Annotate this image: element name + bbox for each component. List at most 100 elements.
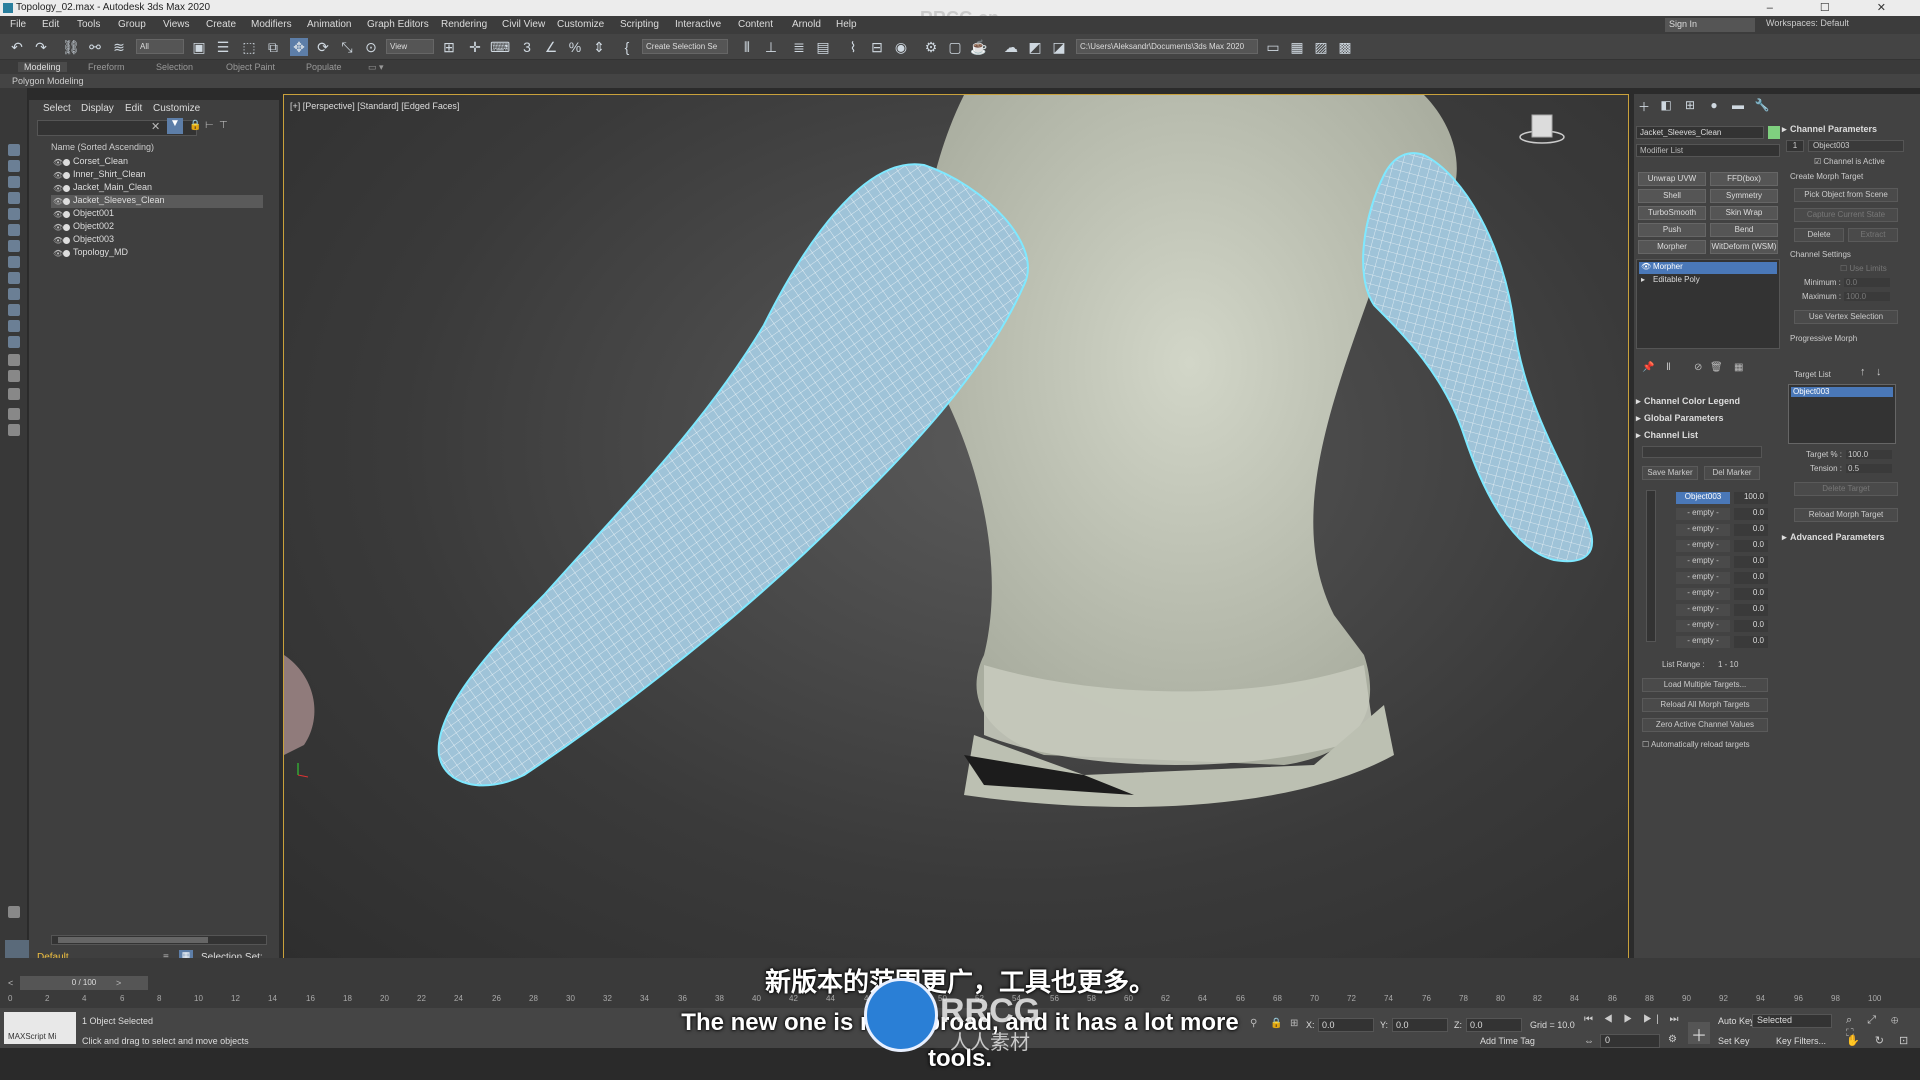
channel-name-field[interactable]: Object003 xyxy=(1808,140,1904,152)
hierarchy-icon[interactable]: ⊢ xyxy=(205,120,214,131)
workspace-dropdown[interactable]: Workspaces: Default xyxy=(1766,18,1916,32)
make-unique-icon[interactable]: ⊘ xyxy=(1694,362,1702,373)
se-menu-select[interactable]: Select xyxy=(43,103,71,114)
ribbon-tab-freeform[interactable]: Freeform xyxy=(88,62,125,72)
zero-active-channel-values-button[interactable]: Zero Active Channel Values xyxy=(1642,718,1768,732)
hierarchy-tab-icon[interactable]: ⊞ xyxy=(1682,98,1698,114)
modifier-list-dropdown[interactable]: Modifier List xyxy=(1636,144,1780,157)
channel-name[interactable]: - empty - xyxy=(1676,572,1730,584)
modify-tab-icon[interactable]: ◧ xyxy=(1658,98,1674,114)
morpher-button[interactable]: Morpher xyxy=(1638,240,1706,254)
list-item[interactable]: 👁 Jacket_Main_Clean xyxy=(51,182,263,195)
channel-row[interactable]: - empty - 0.0 xyxy=(1676,620,1776,632)
channel-name[interactable]: - empty - xyxy=(1676,540,1730,552)
edit-named-sel-icon[interactable]: { xyxy=(618,38,636,56)
scale-icon[interactable]: ⤡ xyxy=(338,38,356,56)
channel-name[interactable]: - empty - xyxy=(1676,636,1730,648)
snap-3d-icon[interactable]: 3 xyxy=(518,38,536,56)
render-icon[interactable] xyxy=(63,250,70,257)
channel-name[interactable]: Object003 xyxy=(1676,492,1730,504)
filter-icon[interactable]: ▼ xyxy=(167,118,183,134)
symmetry-button[interactable]: Symmetry xyxy=(1710,189,1778,203)
object-color-swatch[interactable] xyxy=(1768,126,1780,139)
channel-value[interactable]: 0.0 xyxy=(1734,588,1768,600)
find-icon[interactable] xyxy=(8,388,20,400)
expand-icon[interactable] xyxy=(8,906,20,918)
rendered-frame-icon[interactable]: ▢ xyxy=(946,38,964,56)
utilities-tab-icon[interactable]: 🔧 xyxy=(1754,98,1770,114)
ribbon-options-icon[interactable]: ▭ ▾ xyxy=(368,62,384,73)
toggle-ribbon-icon[interactable]: ▤ xyxy=(814,38,832,56)
configure-sets-icon[interactable]: ▦ xyxy=(1734,362,1743,373)
ribbon-tab-populate[interactable]: Populate xyxy=(306,62,342,72)
eye-icon[interactable]: 👁 xyxy=(1641,262,1651,271)
shell-button[interactable]: Shell xyxy=(1638,189,1706,203)
turbosmooth-button[interactable]: TurboSmooth xyxy=(1638,206,1706,220)
menu-group[interactable]: Group xyxy=(118,19,146,30)
keyboard-shortcut-icon[interactable]: ⌨ xyxy=(490,38,510,56)
wsm-deform-button[interactable]: WitDeform (WSM) xyxy=(1710,240,1778,254)
load-multiple-targets-button[interactable]: Load Multiple Targets... xyxy=(1642,678,1768,692)
mirror-icon[interactable]: ⫴ xyxy=(738,38,756,56)
channel-row[interactable]: - empty - 0.0 xyxy=(1676,556,1776,568)
create-tab-icon[interactable]: ＋ xyxy=(1636,98,1652,114)
target-list[interactable]: Object003 xyxy=(1788,384,1896,444)
filter-spacewarps-icon[interactable] xyxy=(8,224,20,236)
menu-rendering[interactable]: Rendering xyxy=(441,19,487,30)
channel-name[interactable]: - empty - xyxy=(1676,604,1730,616)
rollout-channel-color-legend[interactable]: Channel Color Legend xyxy=(1636,396,1776,410)
menu-scripting[interactable]: Scripting xyxy=(620,19,659,30)
redo-icon[interactable]: ↷ xyxy=(32,38,50,56)
list-item-selected[interactable]: 👁 Jacket_Sleeves_Clean xyxy=(51,195,263,208)
column-header-name[interactable]: Name (Sorted Ascending) xyxy=(37,142,275,155)
channel-index-field[interactable]: 1 xyxy=(1786,140,1804,152)
filter-cameras-icon[interactable] xyxy=(8,192,20,204)
maximum-spinner[interactable]: 100.0 xyxy=(1844,292,1890,301)
polygon-modeling-label[interactable]: Polygon Modeling xyxy=(12,76,84,86)
menu-create[interactable]: Create xyxy=(206,19,236,30)
undo-icon[interactable]: ↶ xyxy=(8,38,26,56)
reload-all-morph-targets-button[interactable]: Reload All Morph Targets xyxy=(1642,698,1768,712)
channel-name[interactable]: - empty - xyxy=(1676,588,1730,600)
sort-icon[interactable]: ⊤ xyxy=(219,120,228,131)
channel-value[interactable]: 0.0 xyxy=(1734,636,1768,648)
rollout-advanced-parameters[interactable]: Advanced Parameters xyxy=(1782,532,1920,546)
push-button[interactable]: Push xyxy=(1638,223,1706,237)
skin-wrap-button[interactable]: Skin Wrap xyxy=(1710,206,1778,220)
bend-button[interactable]: Bend xyxy=(1710,223,1778,237)
selection-filter-dropdown[interactable]: All xyxy=(136,39,184,54)
render-icon[interactable] xyxy=(63,198,70,205)
use-vertex-selection-button[interactable]: Use Vertex Selection xyxy=(1794,310,1898,324)
spinner-snap-icon[interactable]: ⇕ xyxy=(590,38,608,56)
se-menu-customize[interactable]: Customize xyxy=(153,103,200,114)
reload-morph-target-button[interactable]: Reload Morph Target xyxy=(1794,508,1898,522)
layer-explorer-icon[interactable]: ≣ xyxy=(790,38,808,56)
visibility-icon[interactable]: 👁 xyxy=(53,158,63,167)
move-icon[interactable]: ✥ xyxy=(290,38,308,56)
filter-all-icon[interactable] xyxy=(8,336,20,348)
channel-name[interactable]: - empty - xyxy=(1676,524,1730,536)
curve-editor-icon[interactable]: ⌇ xyxy=(844,38,862,56)
tension-spinner[interactable]: 0.5 xyxy=(1846,464,1892,473)
pin-stack-icon[interactable]: 📌 xyxy=(1642,362,1654,373)
filter-xrefs-icon[interactable] xyxy=(8,256,20,268)
channel-value[interactable]: 0.0 xyxy=(1734,556,1768,568)
visibility-icon[interactable]: 👁 xyxy=(53,223,63,232)
viewport-perspective[interactable]: [+] [Perspective] [Standard] [Edged Face… xyxy=(283,94,1629,968)
select-object-icon[interactable]: ▣ xyxy=(190,38,208,56)
expand-arrow-icon[interactable]: ▸ xyxy=(1641,275,1645,284)
list-item[interactable]: 👁 Object001 xyxy=(51,208,263,221)
stack-item-morpher[interactable]: 👁 Morpher xyxy=(1639,262,1777,274)
rollout-global-parameters[interactable]: Global Parameters xyxy=(1636,413,1776,427)
menu-arnold[interactable]: Arnold xyxy=(792,19,821,30)
rect-selection-icon[interactable]: ⬚ xyxy=(240,38,258,56)
display-tab-icon[interactable]: ▬ xyxy=(1730,98,1746,114)
place-icon[interactable]: ⊙ xyxy=(362,38,380,56)
project-folder-icon[interactable]: ▭ xyxy=(1264,38,1282,56)
extract-button[interactable]: Extract xyxy=(1848,228,1898,242)
target-percent-spinner[interactable]: 100.0 xyxy=(1846,450,1892,459)
visibility-icon[interactable]: 👁 xyxy=(53,210,63,219)
filter-bones-icon[interactable] xyxy=(8,272,20,284)
filter-groups-icon[interactable] xyxy=(8,240,20,252)
channel-value[interactable]: 0.0 xyxy=(1734,524,1768,536)
